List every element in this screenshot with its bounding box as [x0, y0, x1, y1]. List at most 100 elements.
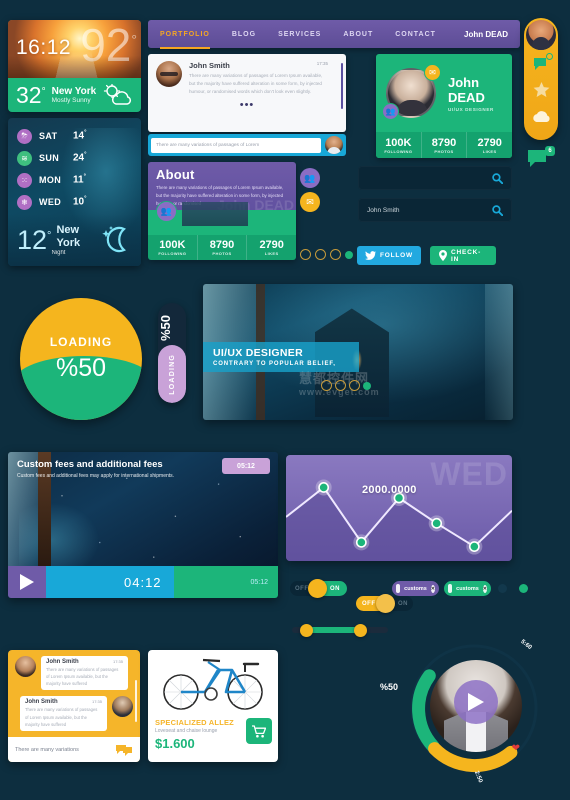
road-shape: [54, 51, 97, 78]
product-card: SPECIALIZED ALLEZ Loveseat and chaise lo…: [148, 650, 278, 762]
video-total-time: 05:12: [250, 578, 268, 586]
dock-chat-icon[interactable]: [528, 52, 554, 76]
checkin-button[interactable]: CHECK-IN: [430, 246, 496, 265]
chat-fab-badge: 6: [545, 146, 555, 156]
stat-label: FOLLOWING: [384, 148, 413, 154]
dot-inactive[interactable]: [330, 249, 341, 260]
nav-item-services[interactable]: SERVICES: [278, 27, 321, 42]
toggle-on-label: ON: [398, 600, 408, 607]
dot-active[interactable]: [363, 381, 371, 390]
hero-curtain-right: [485, 284, 513, 420]
dock-avatar[interactable]: [526, 20, 556, 50]
slider-handle-right[interactable]: [354, 624, 367, 637]
group-icon[interactable]: 👥: [382, 103, 399, 120]
nav-item-contact[interactable]: CONTACT: [395, 27, 436, 42]
search-icon[interactable]: [492, 172, 503, 184]
group-icon[interactable]: 👥: [156, 201, 177, 222]
search-bar-filled[interactable]: John Smith: [358, 198, 512, 222]
chart-point[interactable]: [431, 517, 443, 529]
stat-photos: 8790 PHOTOS: [198, 235, 248, 260]
nav-item-portfolio[interactable]: PORTFOLIO: [160, 27, 210, 49]
stat-label: LIKES: [482, 148, 497, 154]
dot-inactive[interactable]: [335, 380, 346, 391]
toggle-knob[interactable]: [376, 594, 395, 613]
customs-pill-purple[interactable]: customs ✕: [392, 581, 439, 596]
hero-subtitle: CONTRARY TO POPULAR BELIEF,: [213, 361, 336, 367]
heart-icon[interactable]: ❤: [512, 743, 520, 754]
mail-icon[interactable]: ✉: [424, 64, 441, 81]
vertical-loader: %50 LOADING: [158, 303, 186, 403]
chat-input-avatar[interactable]: [325, 136, 343, 154]
line-chart: WED 2000.0000: [286, 455, 512, 561]
slider-handle-left[interactable]: [300, 624, 313, 637]
chat-input[interactable]: There are many variations of passages of…: [151, 137, 321, 153]
scrollbar[interactable]: [135, 680, 137, 722]
scrollbar[interactable]: [341, 63, 343, 109]
cart-icon[interactable]: [246, 718, 272, 744]
forecast-row: ≋ SUN 24°: [17, 147, 132, 169]
about-card: John DEAD About There are many variation…: [148, 162, 296, 260]
pill-label: customs: [456, 585, 479, 592]
weather-day-card: 16:12 92° 32° New York Mostly Sunny: [8, 20, 141, 112]
range-slider[interactable]: [292, 624, 388, 637]
search-bar-empty[interactable]: [358, 166, 512, 190]
nav-item-blog[interactable]: BLOG: [232, 27, 256, 42]
star-icon[interactable]: [528, 78, 554, 102]
forecast-day: MON: [39, 175, 62, 185]
toggle-switch-on[interactable]: OFF ON: [290, 579, 347, 598]
search-icon[interactable]: [492, 204, 503, 216]
side-dock: [524, 18, 558, 140]
chat-input-footer[interactable]: There are many variations: [8, 737, 140, 762]
dot-active[interactable]: [345, 250, 353, 259]
video-player-card: Custom fees and additional fees Custom f…: [8, 452, 278, 598]
toggle-switch-off[interactable]: OFF ON: [356, 594, 413, 613]
video-current-time: 04:12: [124, 574, 162, 590]
profile-name: John DEAD: [448, 74, 485, 105]
tag-icon: [396, 584, 401, 593]
stat-label: LIKES: [264, 251, 279, 256]
toggle-knob[interactable]: [308, 579, 327, 598]
forecast-row: ⁙ MON 11°: [17, 169, 132, 191]
cloud-icon[interactable]: [528, 104, 554, 128]
chat-card: 17:35 John Smith There are many variatio…: [148, 54, 346, 132]
chart-point[interactable]: [468, 541, 480, 552]
status-dot-inactive[interactable]: [498, 584, 507, 593]
chat-bubble: 17:35 John Smith There are many variatio…: [41, 656, 128, 691]
nav-username[interactable]: John DEAD: [464, 30, 508, 39]
chart-point[interactable]: [318, 482, 330, 493]
pill-label: customs: [404, 585, 427, 592]
close-icon[interactable]: ✕: [430, 584, 435, 593]
close-icon[interactable]: ✕: [482, 584, 487, 593]
chat-more-dots[interactable]: •••: [148, 99, 346, 111]
profile-stats: 100K FOLLOWING 8790 PHOTOS 2790 LIKES: [376, 132, 512, 158]
dots-indicator: [300, 249, 353, 260]
customs-pill-green[interactable]: customs ✕: [444, 581, 491, 596]
dot-inactive[interactable]: [315, 249, 326, 260]
chat-bubble-icon[interactable]: [115, 744, 133, 756]
group-fab-icon[interactable]: 👥: [300, 168, 320, 188]
avatar: [15, 656, 36, 677]
search-input-filled[interactable]: John Smith: [367, 207, 400, 214]
status-dot-active[interactable]: [519, 584, 528, 593]
stat-following: 100K FOLLOWING: [376, 132, 422, 158]
forecast-day: SUN: [39, 153, 60, 163]
stat-following: 100K FOLLOWING: [148, 235, 198, 260]
mail-fab-icon[interactable]: ✉: [300, 192, 320, 212]
weather-time: 16:12: [16, 36, 72, 59]
video-controls: 04:12 05:12: [8, 566, 278, 598]
dot-inactive[interactable]: [300, 249, 311, 260]
play-icon[interactable]: [8, 566, 46, 598]
nav-item-about[interactable]: ABOUT: [343, 27, 373, 42]
video-time-badge: 05:12: [222, 458, 270, 474]
chat-text: There are many variations of passages of…: [46, 667, 119, 687]
weather-city: New York: [51, 85, 97, 97]
video-progress-bar[interactable]: 04:12 05:12: [46, 566, 278, 598]
weather-day-summary: 32° New York Mostly Sunny: [8, 78, 141, 112]
chart-point[interactable]: [355, 536, 367, 548]
play-icon[interactable]: [454, 680, 498, 724]
dot-inactive[interactable]: [349, 380, 360, 391]
dot-inactive[interactable]: [321, 380, 332, 391]
chat-fab[interactable]: 6: [526, 146, 555, 174]
chat-input[interactable]: There are many variations: [15, 747, 79, 753]
follow-button[interactable]: FOLLOW: [357, 246, 421, 265]
